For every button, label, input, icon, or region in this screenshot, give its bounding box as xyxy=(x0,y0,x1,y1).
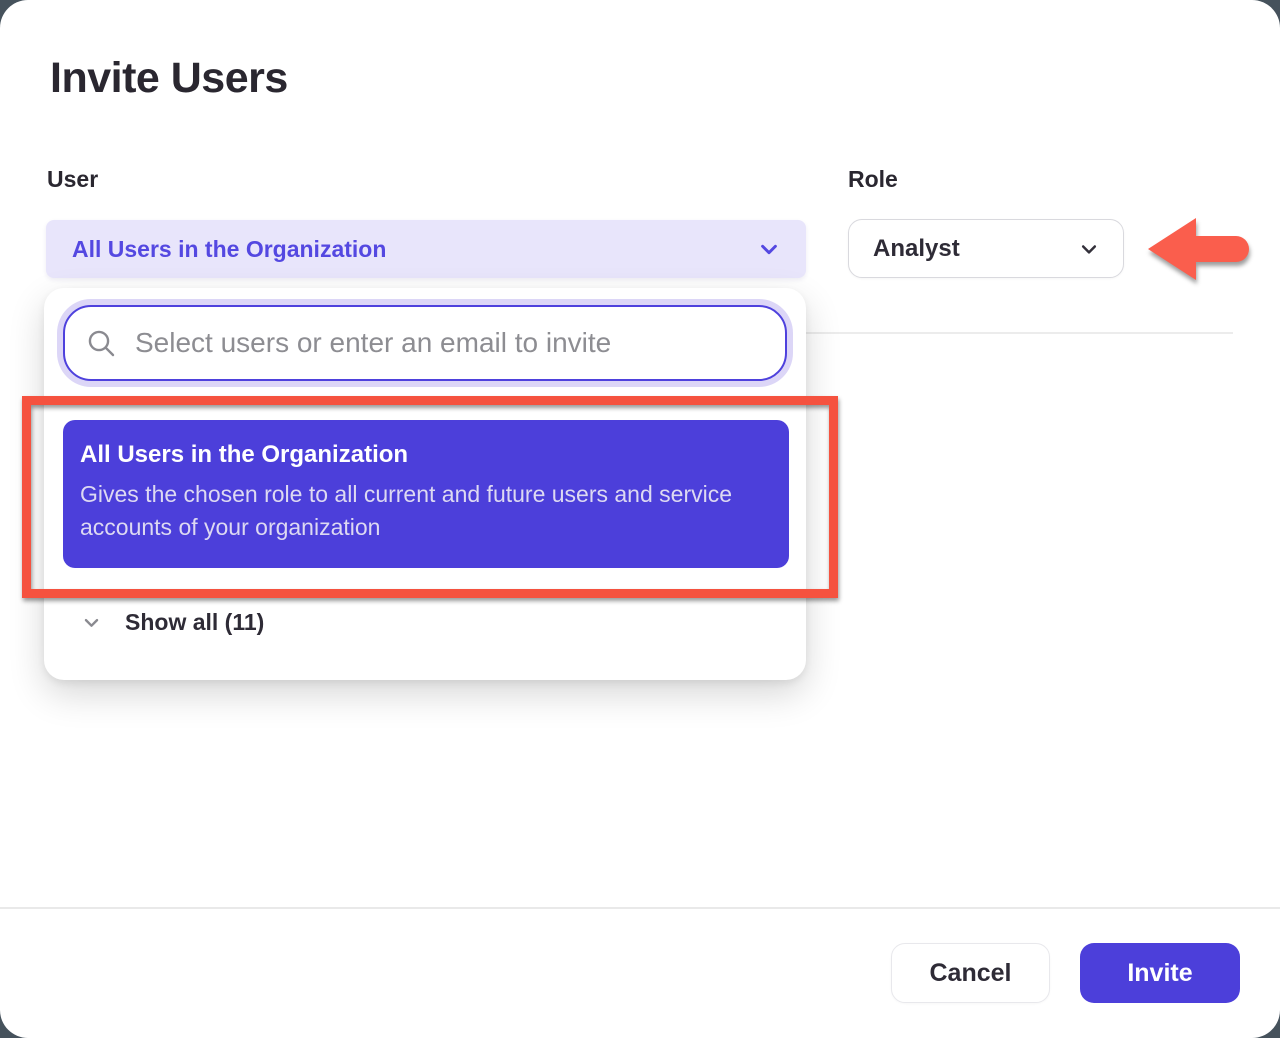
cancel-button[interactable]: Cancel xyxy=(891,943,1050,1003)
option-description: Gives the chosen role to all current and… xyxy=(80,478,760,544)
invite-users-dialog: Invite Users User Role All Users in the … xyxy=(0,0,1280,1038)
role-field-label: Role xyxy=(848,166,898,193)
screen-backdrop: Invite Users User Role All Users in the … xyxy=(0,0,1280,1038)
chevron-down-icon xyxy=(1079,239,1099,259)
chevron-down-icon xyxy=(758,238,780,260)
search-focus-ring xyxy=(57,299,793,387)
invite-button[interactable]: Invite xyxy=(1080,943,1240,1003)
chevron-down-icon xyxy=(82,613,101,632)
user-search-box[interactable] xyxy=(63,305,787,381)
option-title: All Users in the Organization xyxy=(80,441,771,469)
option-all-users[interactable]: All Users in the Organization Gives the … xyxy=(63,420,789,568)
user-dropdown-panel: All Users in the Organization Gives the … xyxy=(44,288,806,680)
show-all-toggle[interactable]: Show all (11) xyxy=(82,609,264,636)
red-arrow-annotation-icon xyxy=(1146,214,1252,284)
user-select-value: All Users in the Organization xyxy=(72,236,386,263)
role-select-trigger[interactable]: Analyst xyxy=(848,219,1124,278)
footer-divider xyxy=(0,907,1280,909)
dialog-title: Invite Users xyxy=(50,54,288,103)
role-select-value: Analyst xyxy=(873,235,960,263)
show-all-label: Show all (11) xyxy=(125,609,264,636)
user-select-trigger[interactable]: All Users in the Organization xyxy=(46,220,806,278)
search-icon xyxy=(85,327,117,359)
user-search-input[interactable] xyxy=(133,326,771,360)
user-field-label: User xyxy=(47,166,98,193)
